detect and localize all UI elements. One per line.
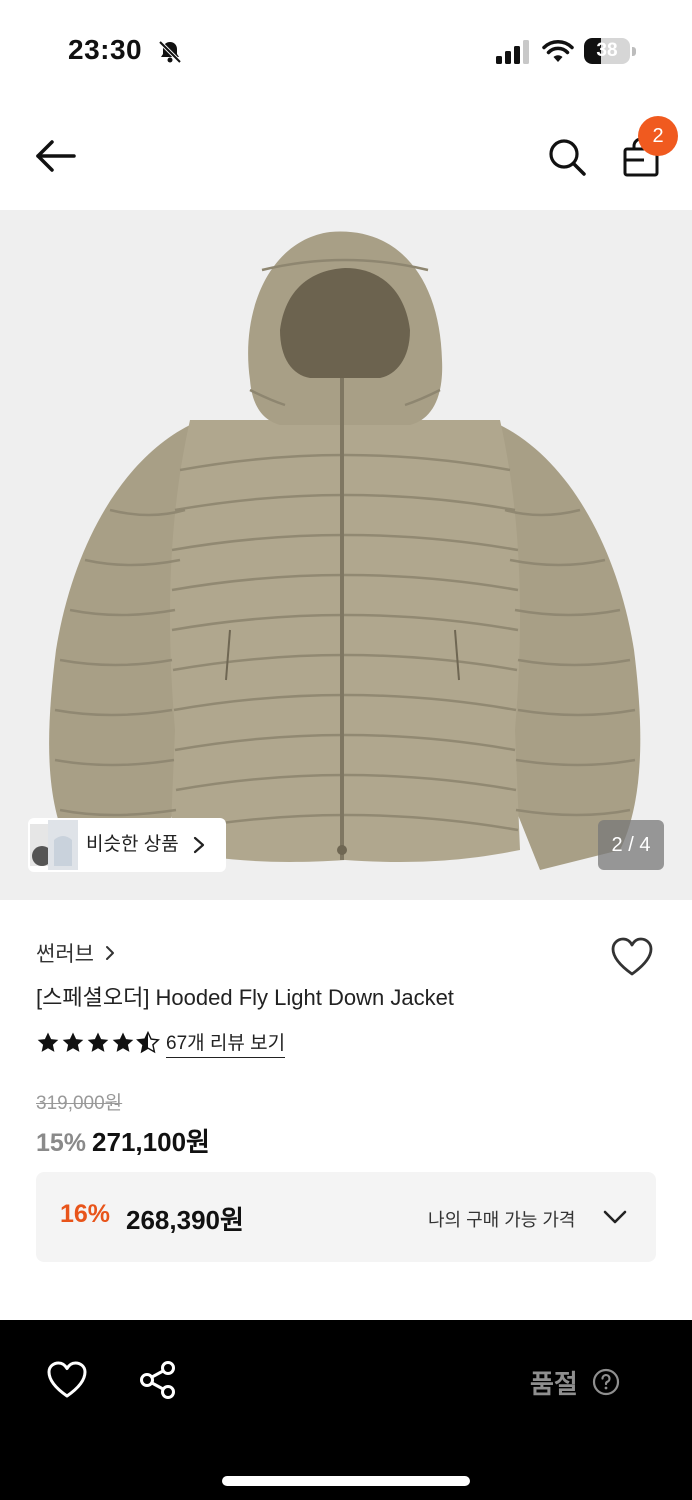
- product-image: [49, 231, 641, 870]
- chevron-down-icon: [603, 1210, 627, 1224]
- wishlist-heart-button[interactable]: [610, 936, 654, 978]
- original-price: 319,000원: [36, 1093, 123, 1114]
- rating-row: 67개 리뷰 보기: [36, 1028, 286, 1058]
- home-indicator: [222, 1476, 470, 1486]
- question-circle-icon[interactable]: [592, 1368, 620, 1396]
- my-price-label: 나의 구매 가능 가격: [428, 1210, 576, 1230]
- similar-thumbnail-icon: [30, 820, 78, 870]
- my-price: 268,390원: [126, 1205, 244, 1235]
- similar-products-button[interactable]: 비슷한 상품: [28, 818, 226, 872]
- sale-price-row: 15% 271,100원: [36, 1122, 210, 1159]
- battery-icon: 38: [584, 38, 636, 64]
- chevron-right-icon: [193, 836, 205, 854]
- gallery-page-indicator: 2 / 4: [598, 820, 664, 870]
- bottom-action-bar: 품절: [0, 1320, 692, 1500]
- review-link[interactable]: 67개 리뷰 보기: [166, 1028, 286, 1058]
- sale-price: 271,100원: [92, 1127, 210, 1157]
- signal-icon: [496, 40, 529, 64]
- my-discount-percent: 16%: [60, 1200, 111, 1228]
- battery-level: 38: [596, 40, 618, 61]
- brand-link[interactable]: 썬러브: [36, 938, 116, 968]
- header: [0, 100, 692, 210]
- status-bar: 23:30 38: [0, 0, 692, 100]
- star-rating-icon: [37, 1031, 160, 1053]
- status-time: 23:30: [68, 34, 143, 65]
- my-price-dropdown[interactable]: 16% 268,390원 나의 구매 가능 가격: [36, 1172, 656, 1262]
- wishlist-heart-button[interactable]: [46, 1360, 88, 1400]
- cart-count-badge: 2: [638, 116, 678, 156]
- product-image-gallery[interactable]: 비슷한 상품 2 / 4: [0, 210, 692, 900]
- back-button[interactable]: [32, 136, 80, 176]
- brand-name: 썬러브: [36, 943, 94, 966]
- chevron-right-icon: [105, 946, 114, 960]
- share-button[interactable]: [138, 1360, 178, 1400]
- wifi-icon: [542, 40, 574, 62]
- bell-off-icon: [158, 40, 182, 64]
- product-title: [스페셜오더] Hooded Fly Light Down Jacket: [36, 985, 454, 1010]
- similar-products-label: 비슷한 상품: [86, 834, 179, 855]
- search-button[interactable]: [546, 136, 588, 178]
- sold-out-label: 품절: [530, 1369, 578, 1399]
- discount-percent: 15%: [36, 1129, 87, 1157]
